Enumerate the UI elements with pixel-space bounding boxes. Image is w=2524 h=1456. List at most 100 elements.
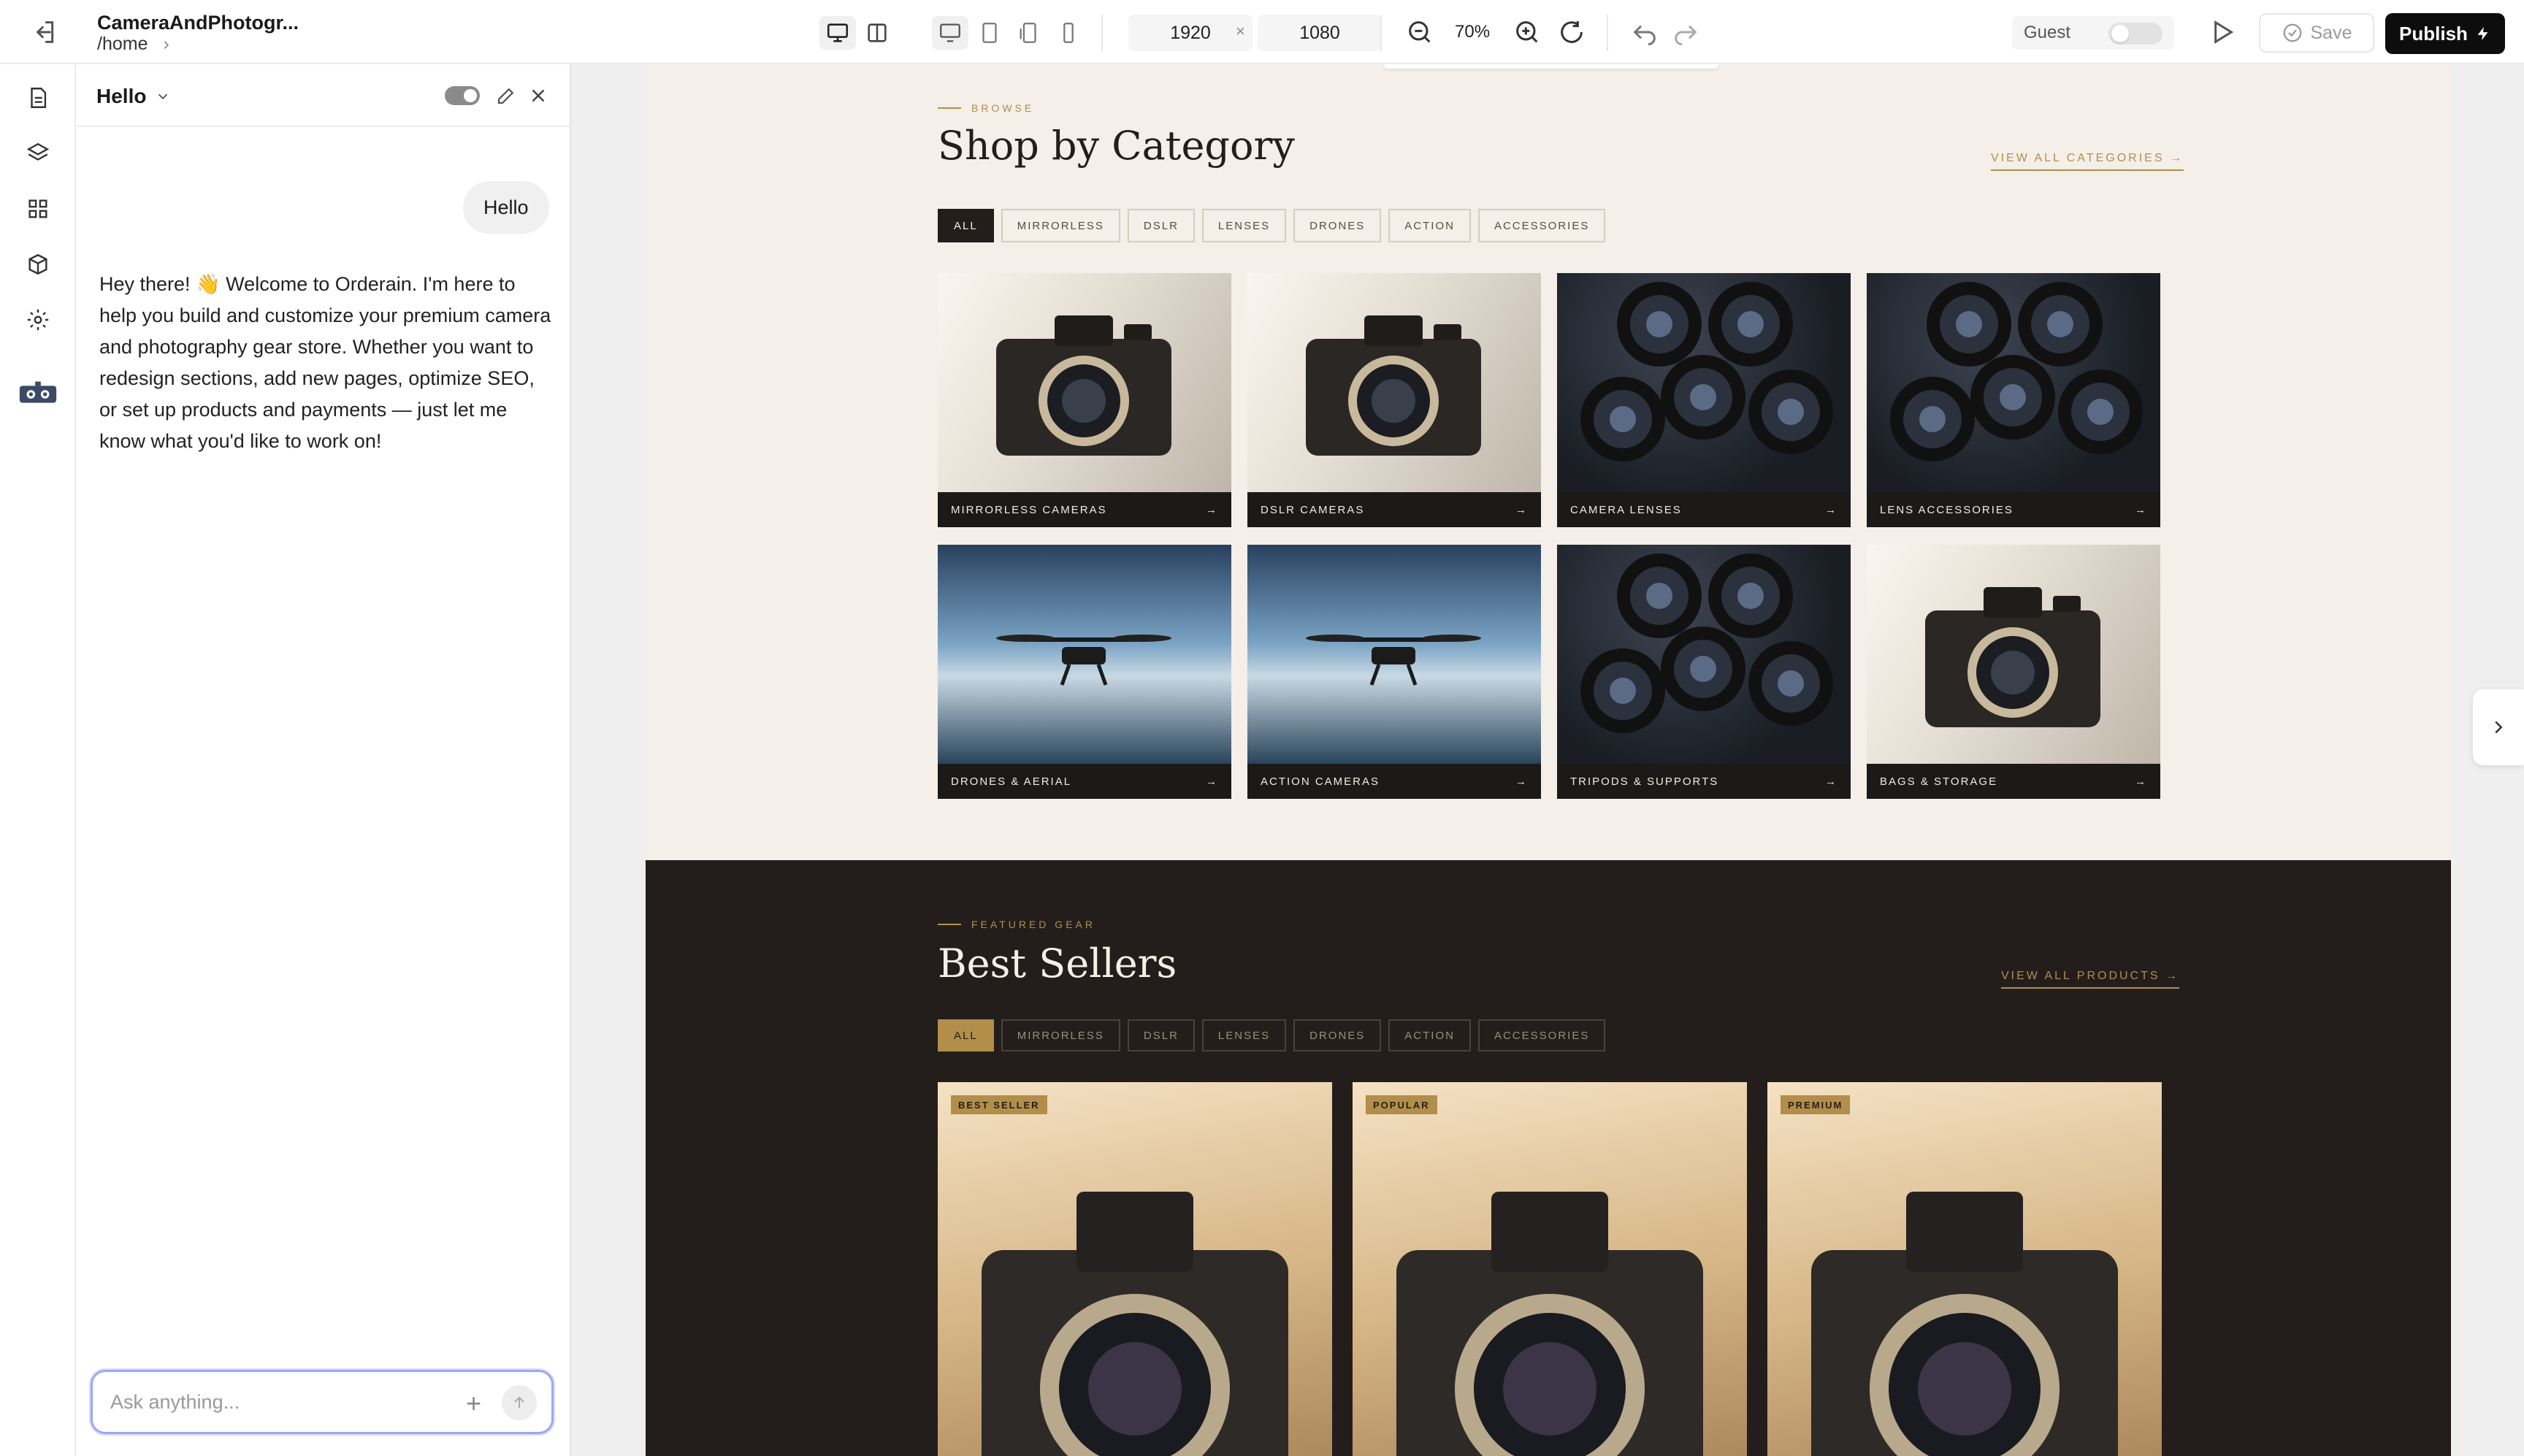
arrow-right-icon: → <box>2135 775 2147 788</box>
category-label: LENS ACCESSORIES <box>1880 503 2014 516</box>
filter-chip[interactable]: ACCESSORIES <box>1477 1019 1606 1051</box>
filter-chip[interactable]: ACTION <box>1388 209 1471 242</box>
zoom-out-icon[interactable] <box>1405 18 1434 47</box>
filter-chip[interactable]: DSLR <box>1127 1019 1195 1051</box>
filter-chip[interactable]: DSLR <box>1127 209 1195 242</box>
category-label: BAGS & STORAGE <box>1880 775 1998 788</box>
product-image <box>982 1192 1288 1456</box>
tablet-preview-icon[interactable] <box>971 16 1008 50</box>
save-button[interactable]: Save <box>2259 13 2374 53</box>
arrow-right-icon: → <box>1825 775 1837 788</box>
divider <box>1380 15 1382 51</box>
ai-robot-icon[interactable] <box>16 378 60 410</box>
expand-panel-button[interactable] <box>2473 689 2524 765</box>
filter-chip[interactable]: ALL <box>938 209 994 242</box>
top-toolbar: CameraAndPhotogr... /home › 1920 × 1080 … <box>0 0 2524 64</box>
preview-canvas: BROWSE Shop by Category VIEW ALL CATEGOR… <box>571 64 2524 1456</box>
close-icon[interactable] <box>527 85 549 107</box>
product-badge: POPULAR <box>1366 1095 1437 1114</box>
site-preview: BROWSE Shop by Category VIEW ALL CATEGOR… <box>646 64 2451 1456</box>
pages-icon[interactable] <box>22 82 54 114</box>
components-icon[interactable] <box>22 193 54 225</box>
category-tile[interactable]: DSLR CAMERAS → <box>1247 273 1541 527</box>
category-label: DRONES & AERIAL <box>951 775 1072 788</box>
layers-icon[interactable] <box>22 137 54 169</box>
category-tile[interactable]: BAGS & STORAGE → <box>1867 545 2160 799</box>
product-image <box>1396 1192 1703 1456</box>
reset-zoom-icon[interactable] <box>1557 18 1586 47</box>
category-image <box>1557 545 1851 764</box>
chevron-right-icon <box>2495 721 2503 734</box>
arrow-right-icon: → <box>1515 775 1528 788</box>
filter-chip[interactable]: ALL <box>938 1019 994 1051</box>
filter-chip[interactable]: MIRRORLESS <box>1001 209 1120 242</box>
chat-mode-toggle[interactable] <box>445 86 480 105</box>
category-label-bar: ACTION CAMERAS → <box>1247 764 1541 799</box>
category-image <box>938 273 1231 492</box>
zoom-level[interactable]: 70% <box>1455 22 1490 42</box>
view-all-products-link[interactable]: VIEW ALL PRODUCTS → <box>2001 970 2179 989</box>
tablet-landscape-icon[interactable] <box>1011 16 1047 50</box>
chat-header: Hello <box>76 64 570 127</box>
edit-icon[interactable] <box>495 85 517 107</box>
desktop-preview-icon[interactable] <box>932 16 968 50</box>
height-input[interactable]: 1080 <box>1258 15 1382 51</box>
route-label: /home <box>97 34 148 54</box>
filter-chip[interactable]: ACTION <box>1388 1019 1471 1051</box>
play-preview-icon[interactable] <box>2207 18 2236 47</box>
product-card[interactable]: POPULAR <box>1353 1082 1747 1456</box>
category-label: CAMERA LENSES <box>1570 503 1682 516</box>
ai-chat-panel: Hello Hello Hey there! 👋 Welcome to Orde… <box>76 64 571 1456</box>
route-breadcrumb[interactable]: /home › <box>97 34 169 55</box>
category-tile[interactable]: LENS ACCESSORIES → <box>1867 273 2160 527</box>
device-preview-group <box>929 13 1090 53</box>
redo-icon[interactable] <box>1671 18 1700 47</box>
mobile-preview-icon[interactable] <box>1050 16 1087 50</box>
desktop-view-button[interactable] <box>819 16 856 50</box>
filter-chip[interactable]: DRONES <box>1293 209 1382 242</box>
undo-icon[interactable] <box>1630 18 1659 47</box>
chat-title: Hello <box>96 85 147 107</box>
category-tile[interactable]: DRONES & AERIAL → <box>938 545 1231 799</box>
view-all-categories-link[interactable]: VIEW ALL CATEGORIES → <box>1991 152 2184 171</box>
section-heading: Best Sellers <box>938 940 1177 986</box>
guest-switch[interactable] <box>2108 23 2162 45</box>
chat-title-dropdown[interactable]: Hello <box>96 85 171 108</box>
zoom-in-icon[interactable] <box>1513 18 1542 47</box>
filter-chip[interactable]: ACCESSORIES <box>1477 209 1606 242</box>
exit-icon[interactable] <box>29 18 58 47</box>
chat-input[interactable]: Ask anything... + <box>91 1370 554 1434</box>
filter-chip[interactable]: DRONES <box>1293 1019 1382 1051</box>
product-filters: ALL MIRRORLESS DSLR LENSES DRONES ACTION ACCES… <box>938 1019 1606 1051</box>
products-box-icon[interactable] <box>22 248 54 280</box>
guest-mode-toggle[interactable]: Guest <box>2012 16 2174 50</box>
category-label-bar: TRIPODS & SUPPORTS → <box>1557 764 1851 799</box>
send-arrow-icon[interactable] <box>502 1385 537 1420</box>
product-card[interactable]: BEST SELLER <box>938 1082 1332 1456</box>
dimension-separator: × <box>1236 22 1245 40</box>
user-message-bubble: Hello <box>463 181 549 234</box>
split-view-button[interactable] <box>859 16 895 50</box>
category-tile[interactable]: ACTION CAMERAS → <box>1247 545 1541 799</box>
category-label: DSLR CAMERAS <box>1261 503 1365 516</box>
category-image <box>1557 273 1851 492</box>
filter-chip[interactable]: LENSES <box>1201 1019 1287 1051</box>
publish-button[interactable]: Publish <box>2385 13 2505 54</box>
section-kicker: BROWSE <box>938 102 1034 114</box>
arrow-right-icon: → <box>1825 503 1837 516</box>
width-input[interactable]: 1920 <box>1128 15 1253 51</box>
category-tile[interactable]: CAMERA LENSES → <box>1557 273 1851 527</box>
attach-plus-icon[interactable]: + <box>466 1388 481 1419</box>
arrow-right-icon: → <box>1515 503 1528 516</box>
category-image <box>1867 545 2160 764</box>
filter-chip[interactable]: LENSES <box>1201 209 1287 242</box>
category-label-bar: DSLR CAMERAS → <box>1247 492 1541 527</box>
filter-chip[interactable]: MIRRORLESS <box>1001 1019 1120 1051</box>
category-tile[interactable]: TRIPODS & SUPPORTS → <box>1557 545 1851 799</box>
category-tile[interactable]: MIRRORLESS CAMERAS → <box>938 273 1231 527</box>
settings-gear-icon[interactable] <box>22 304 54 336</box>
product-badge: PREMIUM <box>1781 1095 1851 1114</box>
category-label-bar: BAGS & STORAGE → <box>1867 764 2160 799</box>
product-card[interactable]: PREMIUM <box>1767 1082 2162 1456</box>
section-heading: Shop by Category <box>938 123 1295 169</box>
